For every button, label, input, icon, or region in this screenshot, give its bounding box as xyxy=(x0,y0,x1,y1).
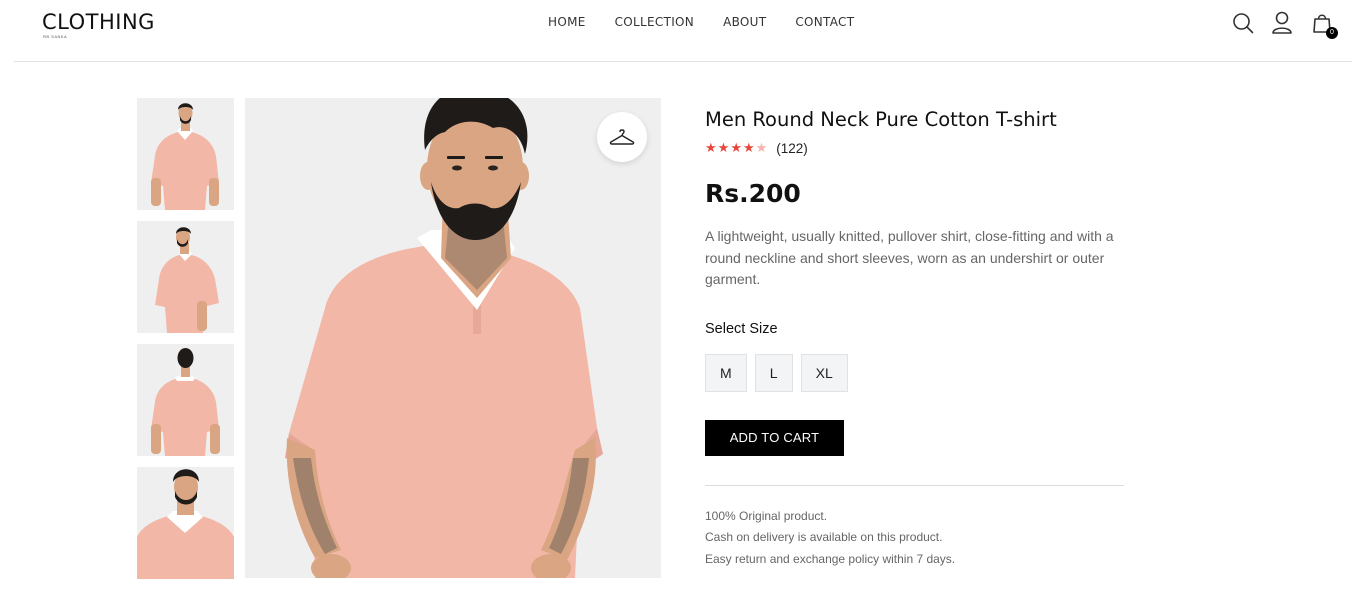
thumbnail-back-image xyxy=(137,344,234,456)
product-rating: ★ ★ ★ ★ ★ (122) xyxy=(705,140,1125,156)
thumbnail-side-image xyxy=(137,221,234,333)
hanger-icon xyxy=(609,129,635,145)
size-option-xl[interactable]: XL xyxy=(800,353,848,392)
search-button[interactable] xyxy=(1231,11,1255,35)
nav-collection[interactable]: COLLECTION xyxy=(615,14,694,30)
policy-cod: Cash on delivery is available on this pr… xyxy=(705,530,943,544)
add-to-cart-button[interactable]: ADD TO CART xyxy=(705,419,844,456)
search-icon xyxy=(1233,13,1254,34)
review-count: (122) xyxy=(776,140,808,156)
product-title: Men Round Neck Pure Cotton T-shirt xyxy=(705,108,1057,131)
size-options: M L XL xyxy=(705,353,1125,392)
product-model-illustration xyxy=(245,98,661,578)
user-icon xyxy=(1272,11,1292,34)
thumbnail-back[interactable] xyxy=(137,344,234,456)
policy-original: 100% Original product. xyxy=(705,508,828,523)
account-button[interactable] xyxy=(1270,11,1294,35)
thumbnail-closeup-image xyxy=(137,467,234,579)
thumbnail-list xyxy=(137,98,234,590)
divider xyxy=(705,484,1124,486)
cart-button[interactable]: 0 xyxy=(1310,11,1338,39)
policy-return: Easy return and exchange policy within 7… xyxy=(705,551,956,566)
cart-count-badge: 0 xyxy=(1326,27,1338,39)
thumbnail-front[interactable] xyxy=(137,98,234,210)
hanger-button[interactable] xyxy=(597,112,647,162)
main-nav: HOME COLLECTION ABOUT CONTACT xyxy=(548,14,883,30)
logo-subtext: RB SANKA xyxy=(43,34,68,39)
product-price: Rs.200 xyxy=(705,179,801,208)
logo[interactable]: CLOTHING RB SANKA xyxy=(42,9,155,39)
thumbnail-closeup[interactable] xyxy=(137,467,234,579)
nav-home[interactable]: HOME xyxy=(548,14,586,30)
product-description: A lightweight, usually knitted, pullover… xyxy=(705,228,1114,287)
logo-text: CLOTHING xyxy=(42,10,155,34)
product-policies: 100% Original product. Cash on delivery … xyxy=(705,506,1125,571)
nav-contact[interactable]: CONTACT xyxy=(795,14,854,30)
thumbnail-side[interactable] xyxy=(137,221,234,333)
main-product-image[interactable] xyxy=(245,98,661,578)
product-info: Men Round Neck Pure Cotton T-shirt ★ ★ ★… xyxy=(705,106,1125,570)
size-label: Select Size xyxy=(705,320,778,337)
nav-about[interactable]: ABOUT xyxy=(723,14,766,30)
star-icon: ★ xyxy=(730,140,742,155)
star-icon: ★ xyxy=(705,140,717,155)
site-header: CLOTHING RB SANKA HOME COLLECTION ABOUT … xyxy=(14,0,1352,62)
size-option-l[interactable]: L xyxy=(754,353,793,392)
star-icon: ★ xyxy=(717,140,730,155)
star-outline-icon: ★ xyxy=(755,140,768,155)
thumbnail-front-image xyxy=(137,98,234,210)
star-icon: ★ xyxy=(742,140,755,155)
size-option-m[interactable]: M xyxy=(705,353,747,392)
